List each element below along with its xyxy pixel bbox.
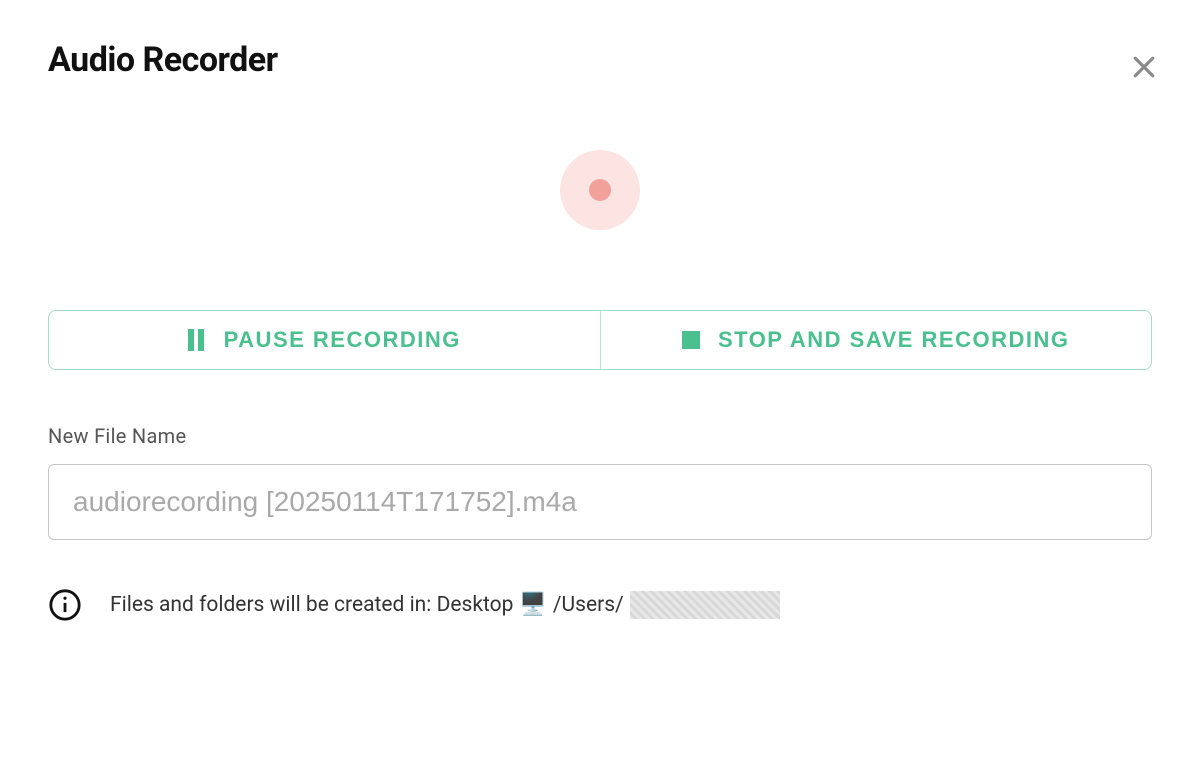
stop-icon	[682, 331, 700, 349]
redacted-user-path	[630, 591, 780, 619]
save-location-info: Files and folders will be created in: De…	[48, 588, 1152, 622]
stop-save-recording-button[interactable]: STOP AND SAVE RECORDING	[600, 311, 1152, 369]
pause-button-label: PAUSE RECORDING	[224, 327, 461, 353]
recording-indicator-area	[48, 150, 1152, 230]
desktop-icon: 🖥️	[519, 594, 546, 616]
recording-indicator	[560, 150, 640, 230]
dialog-title: Audio Recorder	[48, 40, 278, 80]
close-button[interactable]	[1126, 50, 1162, 86]
dialog-header: Audio Recorder	[48, 40, 1152, 80]
info-icon	[48, 588, 82, 622]
info-path: /Users/	[553, 593, 624, 617]
close-icon	[1129, 52, 1159, 85]
audio-recorder-dialog: Audio Recorder PAUSE RECORDING	[0, 0, 1200, 758]
save-location-text: Files and folders will be created in: De…	[110, 591, 780, 619]
file-name-input[interactable]	[48, 464, 1152, 540]
pause-recording-button[interactable]: PAUSE RECORDING	[49, 311, 600, 369]
stop-button-label: STOP AND SAVE RECORDING	[718, 327, 1070, 353]
file-name-label: New File Name	[48, 424, 1152, 448]
info-prefix: Files and folders will be created in: De…	[110, 593, 513, 617]
file-name-section: New File Name	[48, 424, 1152, 540]
pause-icon	[188, 329, 206, 351]
recording-dot-icon	[589, 179, 611, 201]
recording-controls: PAUSE RECORDING STOP AND SAVE RECORDING	[48, 310, 1152, 370]
